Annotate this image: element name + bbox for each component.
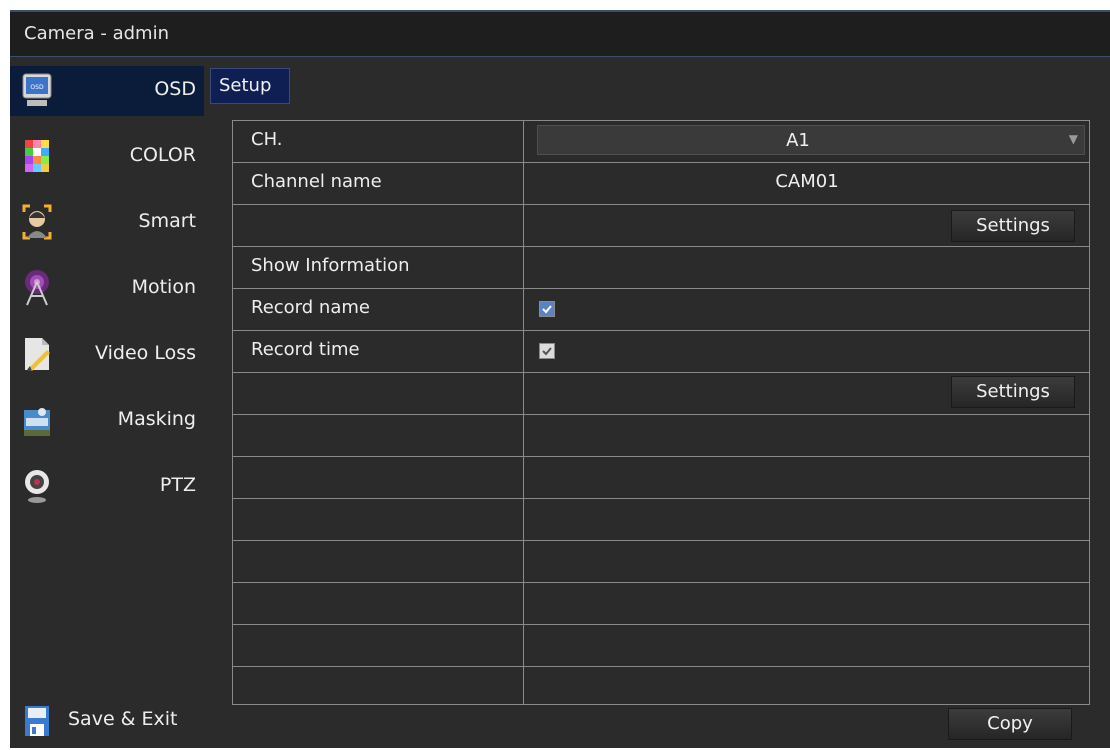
table-row bbox=[233, 541, 1089, 583]
table-row-settings-1: Settings bbox=[233, 205, 1089, 247]
record-name-label: Record name bbox=[251, 297, 370, 318]
sidebar-item-label: COLOR bbox=[129, 144, 196, 166]
table-row bbox=[233, 667, 1089, 704]
webcam-icon bbox=[22, 468, 52, 504]
table-row bbox=[233, 625, 1089, 667]
sidebar-item-label: OSD bbox=[154, 78, 196, 100]
save-exit-button[interactable]: Save & Exit bbox=[10, 696, 204, 746]
sidebar-item-ptz[interactable]: PTZ bbox=[10, 462, 204, 512]
sidebar-item-label: Masking bbox=[117, 408, 196, 430]
copy-button[interactable]: Copy bbox=[948, 708, 1072, 740]
dropdown-arrow-icon: ▼ bbox=[1068, 132, 1078, 146]
document-loss-icon bbox=[22, 336, 52, 372]
settings-button[interactable]: Settings bbox=[951, 210, 1075, 242]
channel-name-label: Channel name bbox=[251, 171, 382, 192]
sidebar: OSD OSD COLOR Smart Motion Video Loss Ma… bbox=[10, 66, 210, 750]
save-exit-label: Save & Exit bbox=[68, 708, 178, 730]
record-name-checkbox[interactable] bbox=[539, 301, 555, 317]
settings-button[interactable]: Settings bbox=[951, 376, 1075, 408]
sidebar-item-label: Motion bbox=[131, 276, 196, 298]
osd-settings-table: CH. A1 ▼ Channel name CAM01 Settings Sho… bbox=[232, 120, 1090, 705]
masking-icon bbox=[22, 402, 52, 438]
monitor-icon: OSD bbox=[22, 72, 52, 108]
table-row bbox=[233, 457, 1089, 499]
table-row-settings-2: Settings bbox=[233, 373, 1089, 415]
title-bar: Camera - admin bbox=[10, 12, 1110, 57]
record-time-label: Record time bbox=[251, 339, 360, 360]
show-information-label: Show Information bbox=[251, 255, 410, 276]
sidebar-item-smart[interactable]: Smart bbox=[10, 198, 204, 248]
table-row bbox=[233, 415, 1089, 457]
face-detect-icon bbox=[22, 204, 52, 240]
channel-select[interactable]: A1 ▼ bbox=[537, 125, 1085, 155]
channel-label: CH. bbox=[251, 129, 283, 150]
tab-setup[interactable]: Setup bbox=[210, 68, 290, 104]
table-row bbox=[233, 583, 1089, 625]
table-row-channel: CH. A1 ▼ bbox=[233, 121, 1089, 163]
radio-tower-icon bbox=[22, 270, 52, 306]
table-row-record-time: Record time bbox=[233, 331, 1089, 373]
sidebar-item-color[interactable]: COLOR bbox=[10, 132, 204, 182]
floppy-disk-icon bbox=[22, 702, 52, 738]
svg-text:OSD: OSD bbox=[30, 84, 44, 91]
sidebar-item-motion[interactable]: Motion bbox=[10, 264, 204, 314]
sidebar-item-label: Smart bbox=[138, 210, 196, 232]
sidebar-item-masking[interactable]: Masking bbox=[10, 396, 204, 446]
channel-name-value[interactable]: CAM01 bbox=[525, 171, 1089, 192]
color-palette-icon bbox=[22, 138, 52, 174]
camera-settings-window: Camera - admin OSD OSD COLOR Smart Motio… bbox=[10, 10, 1110, 748]
table-row-record-name: Record name bbox=[233, 289, 1089, 331]
channel-select-value: A1 bbox=[786, 130, 810, 151]
table-row-channel-name: Channel name CAM01 bbox=[233, 163, 1089, 205]
table-row bbox=[233, 499, 1089, 541]
sidebar-item-label: Video Loss bbox=[95, 342, 196, 364]
sidebar-item-video-loss[interactable]: Video Loss bbox=[10, 330, 204, 380]
window-title: Camera - admin bbox=[24, 23, 169, 44]
sidebar-item-label: PTZ bbox=[159, 474, 196, 496]
record-time-checkbox[interactable] bbox=[539, 343, 555, 359]
sidebar-item-osd[interactable]: OSD OSD bbox=[10, 66, 204, 116]
table-row-show-information: Show Information bbox=[233, 247, 1089, 289]
